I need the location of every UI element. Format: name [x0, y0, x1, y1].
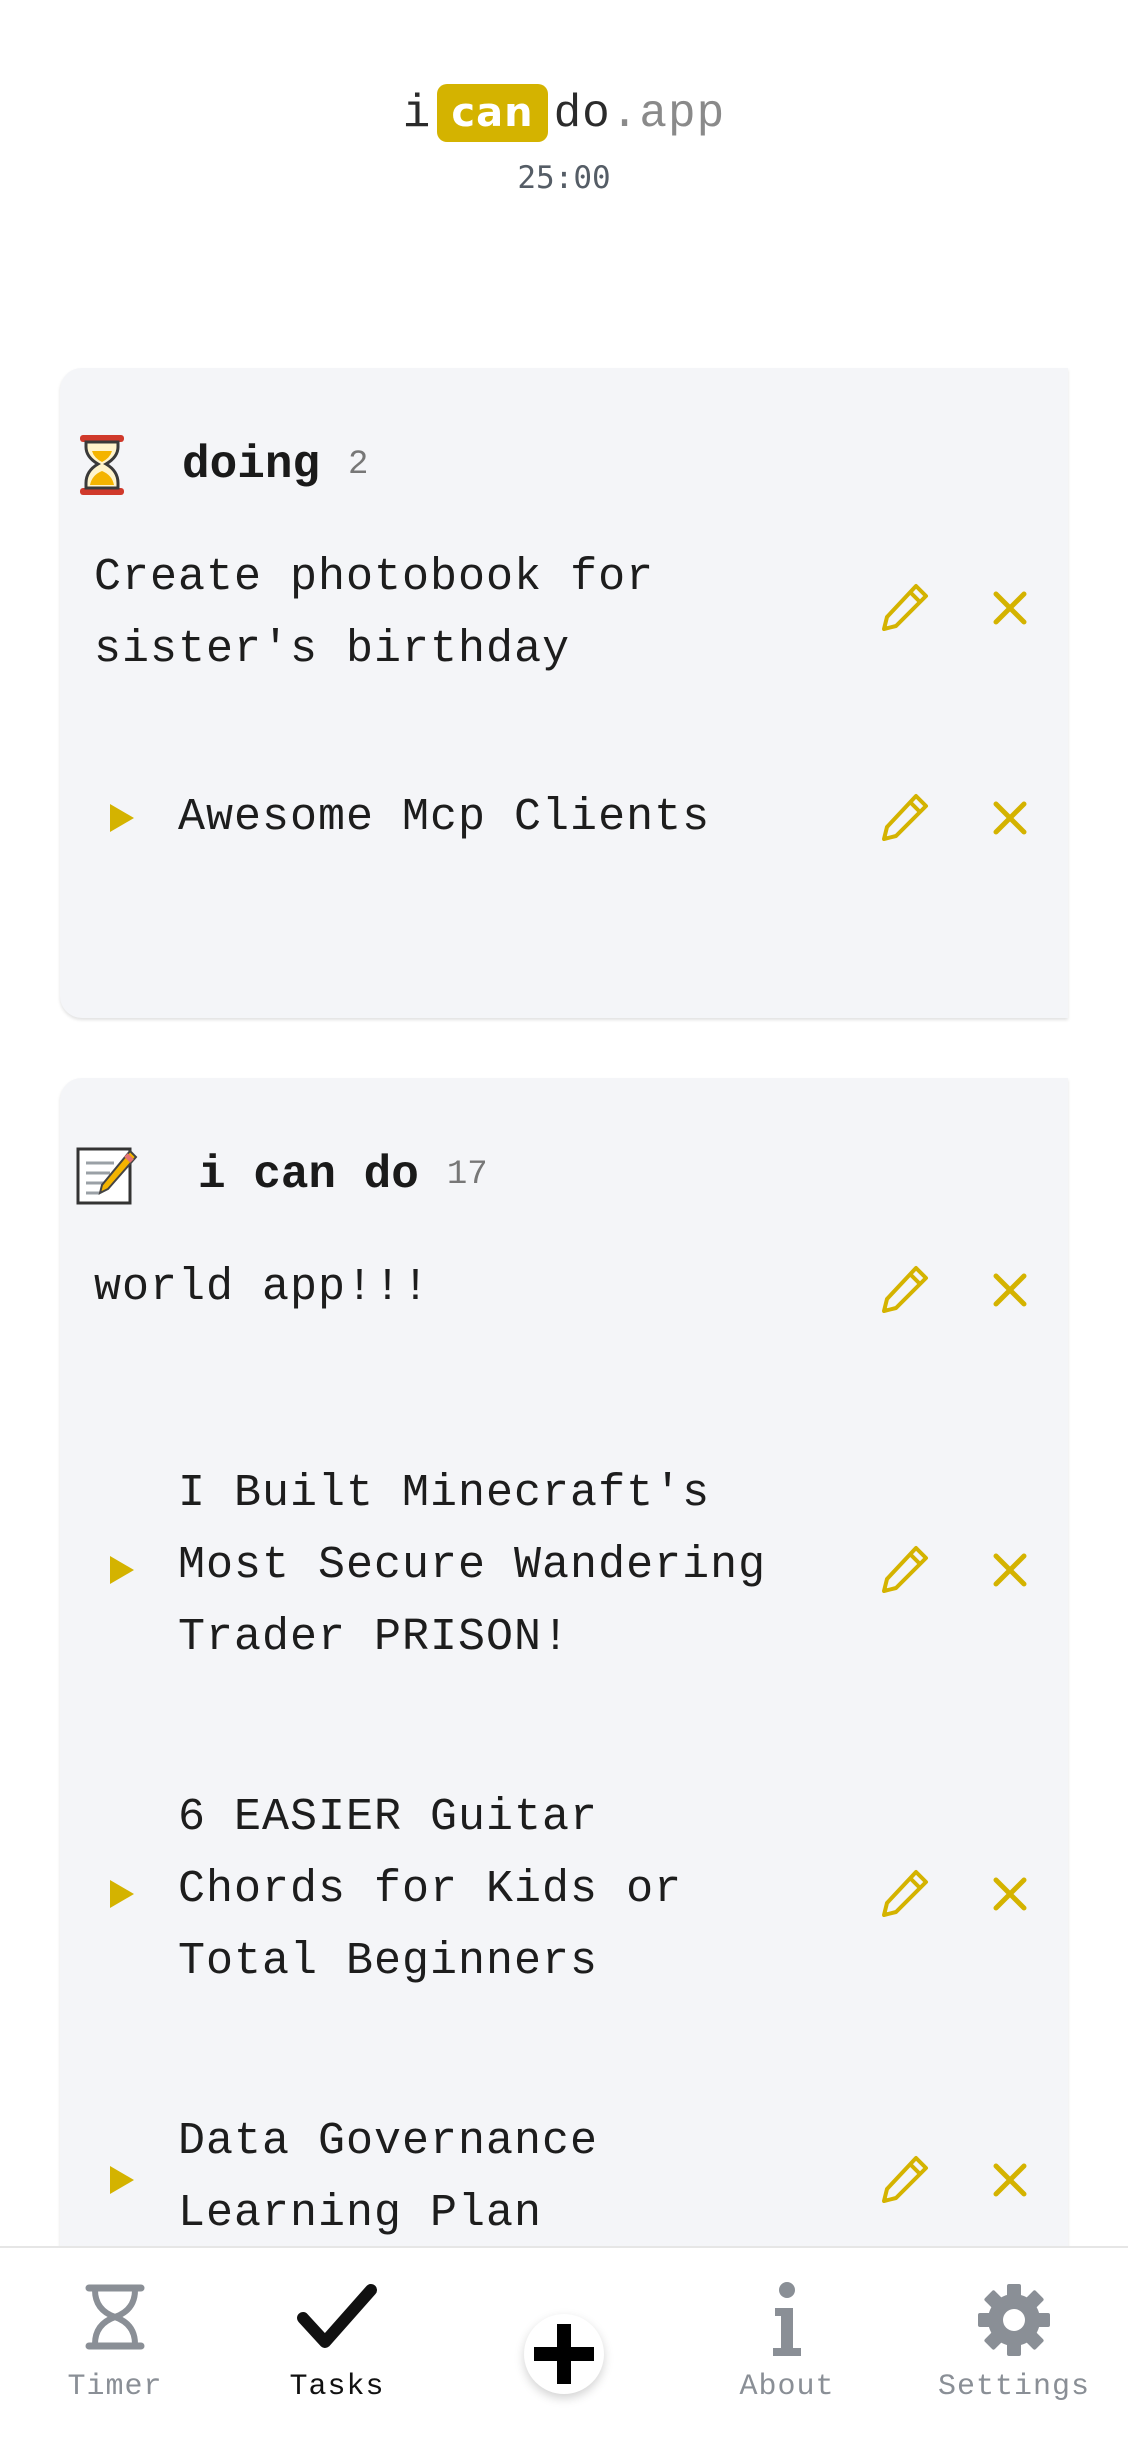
task-text: Data Governance Learning Plan [178, 2116, 599, 2239]
delete-button[interactable] [982, 790, 1038, 846]
task-text: I Built Minecraft's Most Secure Wanderin… [178, 1468, 767, 1663]
edit-button[interactable] [876, 580, 932, 636]
task-text: Create photobook for sister's birthday [94, 552, 655, 675]
timer-readout: 25:00 [517, 160, 611, 196]
checkmark-icon [297, 2284, 377, 2348]
list-count: 17 [446, 1156, 488, 1194]
delete-button[interactable] [982, 1262, 1038, 1318]
task-text: Awesome Mcp Clients [178, 792, 711, 843]
hourglass-icon [85, 2284, 145, 2350]
logo-do: do [553, 88, 611, 140]
list-card-i-can-do: i can do 17 world app!!! I Built Minecra… [60, 1078, 1068, 2278]
list-title: doing [182, 439, 321, 491]
app-logo: i can do.app [0, 84, 1128, 144]
play-icon[interactable] [100, 1874, 140, 1914]
nav-settings[interactable]: Settings [928, 2248, 1100, 2438]
memo-icon [76, 1147, 138, 1205]
delete-button[interactable] [982, 580, 1038, 636]
nav-timer-label: Timer [67, 2370, 163, 2404]
task-item[interactable]: world app!!! [60, 1248, 1068, 1338]
play-icon[interactable] [100, 1550, 140, 1590]
delete-button[interactable] [982, 1866, 1038, 1922]
task-item[interactable]: 6 EASIER Guitar Chords for Kids or Total… [60, 1782, 1068, 2002]
play-icon[interactable] [100, 798, 140, 838]
list-card-doing: doing 2 Create photobook for sister's bi… [60, 368, 1068, 1018]
logo-i: i [402, 88, 432, 140]
nav-about[interactable]: About [712, 2248, 862, 2438]
task-item[interactable]: Awesome Mcp Clients [60, 778, 1068, 868]
play-icon[interactable] [100, 2160, 140, 2200]
info-icon [773, 2282, 801, 2356]
delete-button[interactable] [982, 2152, 1038, 2208]
nav-timer[interactable]: Timer [40, 2248, 190, 2438]
logo-app: .app [610, 88, 726, 140]
edit-button[interactable] [876, 1262, 932, 1318]
app-header: i can do.app 25:00 [0, 0, 1128, 260]
nav-settings-label: Settings [937, 2370, 1091, 2404]
edit-button[interactable] [876, 1866, 932, 1922]
task-text: world app!!! [94, 1262, 431, 1313]
edit-button[interactable] [876, 1542, 932, 1598]
add-task-button[interactable] [524, 2314, 604, 2394]
gear-icon [978, 2284, 1050, 2356]
list-count: 2 [348, 446, 369, 484]
nav-about-label: About [739, 2370, 835, 2404]
task-item[interactable]: Data Governance Learning Plan [60, 2106, 1068, 2266]
edit-button[interactable] [876, 2152, 932, 2208]
delete-button[interactable] [982, 1542, 1038, 1598]
task-item[interactable]: Create photobook for sister's birthday [60, 538, 1068, 688]
nav-tasks-label: Tasks [289, 2370, 385, 2404]
hourglass-icon [80, 435, 124, 495]
edit-button[interactable] [876, 790, 932, 846]
nav-tasks[interactable]: Tasks [262, 2248, 412, 2438]
list-header: i can do 17 [74, 1140, 488, 1210]
bottom-nav: Timer Tasks About Settings [0, 2246, 1128, 2436]
task-text: 6 EASIER Guitar Chords for Kids or Total… [178, 1792, 683, 1987]
list-title: i can do [198, 1149, 419, 1201]
task-item[interactable]: I Built Minecraft's Most Secure Wanderin… [60, 1458, 1068, 1678]
logo-can: can [437, 84, 548, 142]
plus-icon [534, 2324, 594, 2384]
list-header: doing 2 [74, 430, 368, 500]
